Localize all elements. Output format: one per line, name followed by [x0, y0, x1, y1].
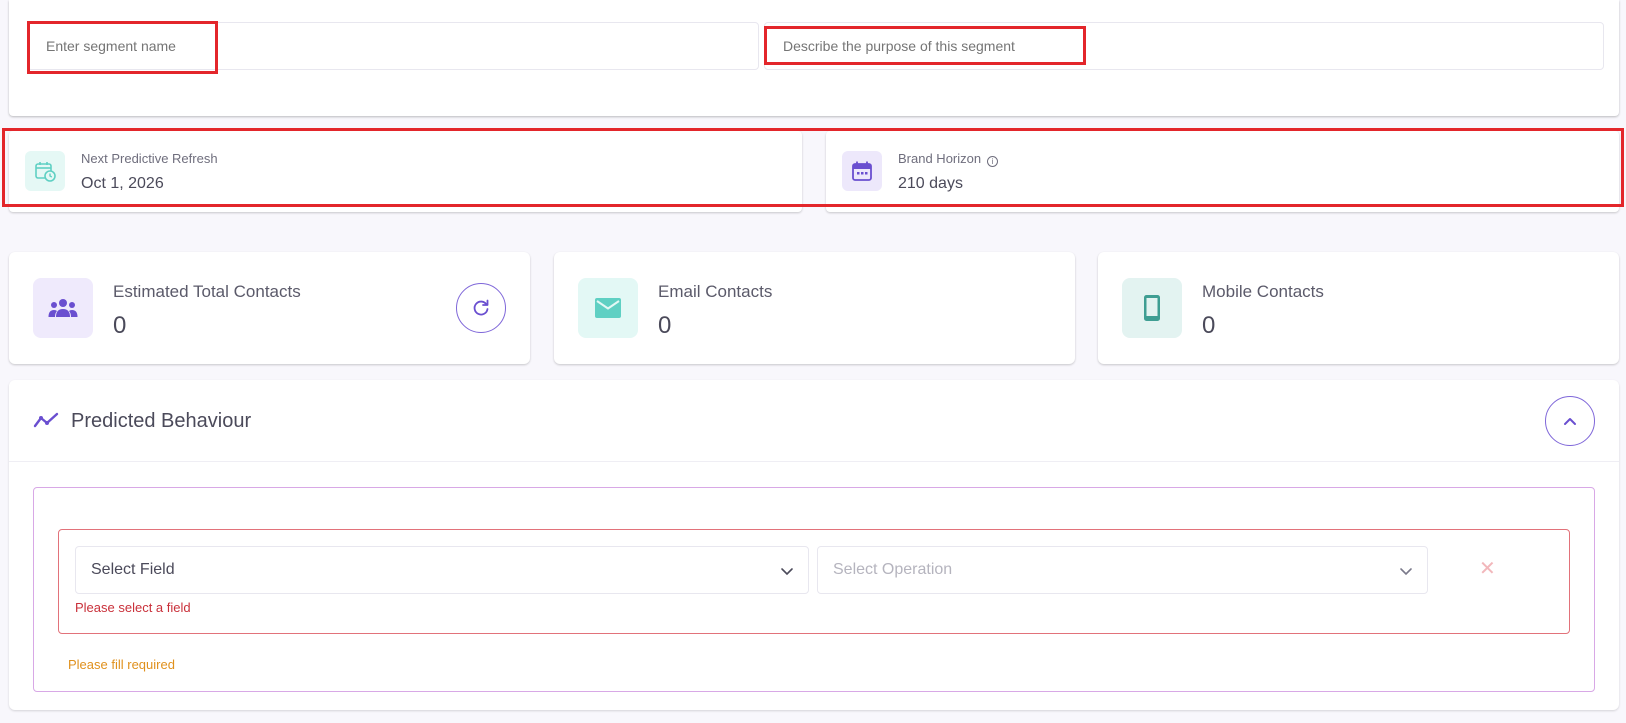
select-operation-dropdown[interactable]: Select Operation — [817, 546, 1428, 594]
email-contacts-value: 0 — [658, 312, 672, 339]
total-contacts-label: Estimated Total Contacts — [113, 282, 301, 301]
panel-title: Predicted Behaviour — [71, 410, 252, 432]
mobile-contacts-label: Mobile Contacts — [1202, 282, 1324, 301]
rule-container: Select Field Select Operation ✕ Please s… — [33, 487, 1595, 692]
next-refresh-label: Next Predictive Refresh — [81, 151, 218, 166]
brand-horizon-value: 210 days — [898, 175, 963, 192]
collapse-button[interactable] — [1545, 396, 1595, 446]
segment-description-input[interactable] — [764, 22, 1604, 70]
users-icon — [33, 278, 93, 338]
email-contacts-label: Email Contacts — [658, 282, 773, 301]
total-contacts-value: 0 — [113, 312, 127, 339]
chevron-down-icon — [781, 568, 793, 576]
info-icon[interactable]: i — [987, 156, 999, 167]
refresh-icon — [473, 299, 489, 316]
select-field-dropdown[interactable]: Select Field — [75, 546, 809, 594]
trend-icon — [33, 412, 59, 428]
rule-row: Select Field Select Operation ✕ Please s… — [58, 529, 1570, 634]
brand-horizon-label-text: Brand Horizon — [898, 151, 982, 166]
total-contacts-card: Estimated Total Contacts 0 — [9, 252, 530, 364]
panel-header: Predicted Behaviour — [9, 380, 1619, 462]
chevron-up-icon — [1564, 418, 1576, 425]
field-error-message: Please select a field — [75, 600, 191, 615]
predicted-behaviour-panel: Predicted Behaviour Select Field Select … — [9, 380, 1619, 710]
select-operation-text: Select Operation — [833, 561, 953, 578]
segment-name-input[interactable] — [27, 22, 759, 70]
email-icon — [578, 278, 638, 338]
mobile-icon — [1122, 278, 1182, 338]
required-error-message: Please fill required — [68, 657, 175, 672]
next-refresh-value: Oct 1, 2026 — [81, 175, 164, 192]
refresh-button[interactable] — [456, 283, 506, 333]
remove-rule-icon[interactable]: ✕ — [1479, 556, 1496, 581]
chevron-down-icon — [1400, 568, 1412, 576]
calendar-clock-icon — [25, 151, 65, 191]
calendar-icon — [842, 151, 882, 191]
brand-horizon-label: Brand Horizon i — [898, 151, 999, 167]
brand-horizon-card: Brand Horizon i 210 days — [826, 131, 1619, 212]
select-field-text: Select Field — [91, 561, 175, 578]
segment-details-card — [9, 0, 1619, 116]
next-refresh-card: Next Predictive Refresh Oct 1, 2026 — [9, 131, 802, 212]
mobile-contacts-value: 0 — [1202, 312, 1216, 339]
email-contacts-card: Email Contacts 0 — [554, 252, 1075, 364]
mobile-contacts-card: Mobile Contacts 0 — [1098, 252, 1619, 364]
